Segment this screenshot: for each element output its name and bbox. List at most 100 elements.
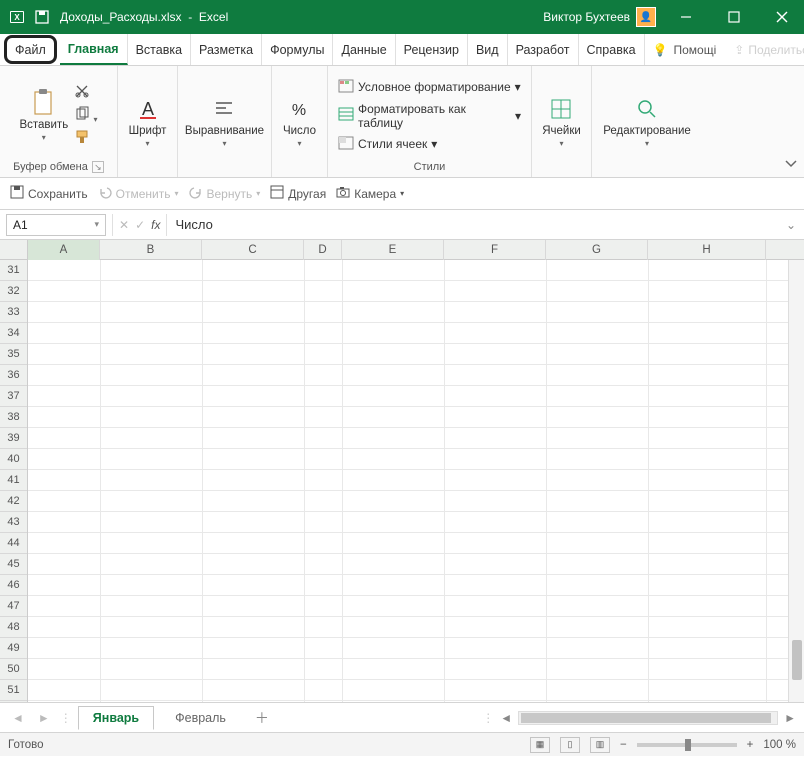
number-button[interactable]: % Число ▾ [283, 95, 316, 148]
column-header-E[interactable]: E [342, 240, 444, 260]
font-button[interactable]: A Шрифт ▾ [129, 95, 167, 148]
zoom-slider-thumb[interactable] [685, 739, 691, 751]
paste-button[interactable]: Вставить ▾ [19, 89, 68, 142]
row-header-31[interactable]: 31 [0, 260, 27, 281]
name-box[interactable]: A1 ▾ [6, 214, 106, 236]
zoom-in-button[interactable]: + [747, 739, 754, 751]
qat-redo-button[interactable]: Вернуть▾ [189, 185, 261, 202]
add-sheet-button[interactable]: ＋ [247, 708, 277, 728]
qat-undo-button[interactable]: Отменить▾ [98, 185, 179, 202]
share-button[interactable]: ⇪ Поделиться [724, 34, 804, 65]
minimize-button[interactable] [664, 0, 708, 34]
row-header-33[interactable]: 33 [0, 302, 27, 323]
tab-file[interactable]: Файл [4, 35, 57, 64]
row-header-50[interactable]: 50 [0, 659, 27, 680]
spreadsheet-grid[interactable]: 3132333435363738394041424344454647484950… [0, 260, 804, 702]
share-label: Поделиться [748, 43, 804, 57]
sheet-nav-next-icon[interactable]: ► [34, 711, 54, 725]
cell-styles-button[interactable]: Стили ячеек ▾ [334, 135, 441, 154]
column-header-F[interactable]: F [444, 240, 546, 260]
row-header-37[interactable]: 37 [0, 386, 27, 407]
expand-formula-bar-icon[interactable]: ⌄ [778, 218, 804, 232]
clipboard-icon [30, 89, 58, 117]
collapse-ribbon-icon[interactable] [784, 156, 798, 173]
column-header-A[interactable]: A [28, 240, 100, 260]
fx-icon[interactable]: fx [151, 218, 160, 232]
zoom-slider[interactable] [637, 743, 737, 747]
column-header-H[interactable]: H [648, 240, 766, 260]
cells-area[interactable] [28, 260, 788, 702]
view-normal-button[interactable]: ▦ [530, 737, 550, 753]
conditional-formatting-button[interactable]: Условное форматирование ▾ [334, 78, 525, 97]
tab-data[interactable]: Данные [333, 34, 395, 65]
row-header-40[interactable]: 40 [0, 449, 27, 470]
row-header-47[interactable]: 47 [0, 596, 27, 617]
group-font: A Шрифт ▾ [118, 66, 178, 177]
row-header-44[interactable]: 44 [0, 533, 27, 554]
close-button[interactable] [760, 0, 804, 34]
zoom-out-button[interactable]: − [620, 739, 627, 751]
row-header-35[interactable]: 35 [0, 344, 27, 365]
formula-input[interactable]: Число [167, 217, 777, 232]
qat-camera-button[interactable]: Камера▾ [336, 185, 404, 202]
row-header-38[interactable]: 38 [0, 407, 27, 428]
clipboard-group-label: Буфер обмена [13, 161, 88, 173]
hscroll-right-icon[interactable]: ► [784, 711, 796, 725]
column-headers: ABCDEFGH [0, 240, 804, 260]
tab-formulas[interactable]: Формулы [262, 34, 333, 65]
row-header-36[interactable]: 36 [0, 365, 27, 386]
tab-developer[interactable]: Разработ [508, 34, 579, 65]
editing-button[interactable]: Редактирование ▾ [603, 95, 691, 148]
row-header-48[interactable]: 48 [0, 617, 27, 638]
tab-view[interactable]: Вид [468, 34, 508, 65]
copy-icon[interactable]: ▾ [74, 106, 97, 125]
chevron-down-icon: ▾ [515, 80, 521, 94]
view-page-break-button[interactable]: ▥ [590, 737, 610, 753]
row-header-39[interactable]: 39 [0, 428, 27, 449]
maximize-button[interactable] [712, 0, 756, 34]
row-header-51[interactable]: 51 [0, 680, 27, 701]
sheet-tab-active[interactable]: Январь [78, 706, 154, 730]
user-account[interactable]: Виктор Бухтеев 👤 [543, 7, 664, 27]
row-header-45[interactable]: 45 [0, 554, 27, 575]
column-header-G[interactable]: G [546, 240, 648, 260]
vertical-scrollbar[interactable] [788, 260, 804, 702]
tab-help[interactable]: Справка [579, 34, 645, 65]
hscroll-left-icon[interactable]: ◄ [500, 711, 512, 725]
svg-text:%: % [292, 102, 306, 119]
tab-home[interactable]: Главная [60, 34, 128, 65]
column-header-D[interactable]: D [304, 240, 342, 260]
qat-other-button[interactable]: Другая [270, 185, 326, 202]
clipboard-dialog-launcher[interactable]: ↘ [92, 161, 104, 173]
tab-review[interactable]: Рецензир [396, 34, 468, 65]
cells-button[interactable]: Ячейки ▾ [542, 95, 581, 148]
cut-icon[interactable] [74, 83, 97, 102]
save-icon[interactable] [34, 9, 50, 25]
row-header-42[interactable]: 42 [0, 491, 27, 512]
row-header-43[interactable]: 43 [0, 512, 27, 533]
tab-layout[interactable]: Разметка [191, 34, 262, 65]
horizontal-scrollbar[interactable] [518, 711, 778, 725]
alignment-button[interactable]: Выравнивание ▾ [185, 95, 264, 148]
row-header-49[interactable]: 49 [0, 638, 27, 659]
enter-icon[interactable]: ✓ [135, 218, 145, 232]
qat-save-button[interactable]: Сохранить [10, 185, 88, 202]
select-all-corner[interactable] [0, 240, 28, 260]
view-page-layout-button[interactable]: ▯ [560, 737, 580, 753]
format-painter-icon[interactable] [74, 129, 97, 148]
sheet-tab-other[interactable]: Февраль [160, 706, 241, 730]
column-header-B[interactable]: B [100, 240, 202, 260]
row-header-32[interactable]: 32 [0, 281, 27, 302]
row-header-41[interactable]: 41 [0, 470, 27, 491]
row-header-34[interactable]: 34 [0, 323, 27, 344]
format-as-table-button[interactable]: Форматировать как таблицу ▾ [334, 101, 525, 131]
tell-me[interactable]: 💡 Помощі [645, 34, 725, 65]
zoom-level[interactable]: 100 % [763, 739, 796, 751]
sheet-nav-prev-icon[interactable]: ◄ [8, 711, 28, 725]
vertical-scroll-thumb[interactable] [792, 640, 802, 680]
cancel-icon[interactable]: ✕ [119, 218, 129, 232]
tab-insert[interactable]: Вставка [128, 34, 191, 65]
column-header-C[interactable]: C [202, 240, 304, 260]
row-header-46[interactable]: 46 [0, 575, 27, 596]
horizontal-scroll-thumb[interactable] [521, 713, 771, 723]
